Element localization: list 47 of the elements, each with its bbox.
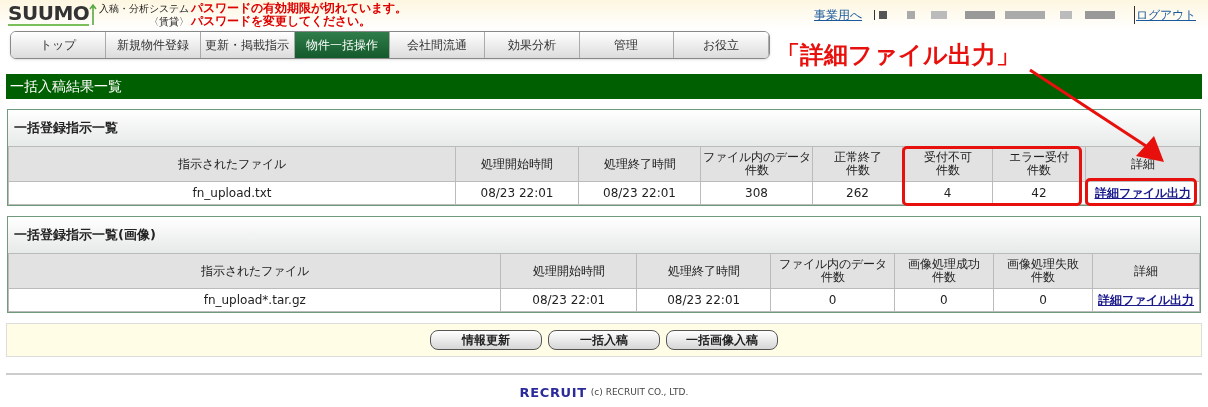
table-cell: 08/23 22:01	[636, 288, 771, 312]
table-cell: 0	[770, 288, 895, 312]
nav-tab[interactable]: 更新・掲載指示	[200, 32, 296, 58]
nav-tab[interactable]: 会社間流通	[390, 32, 485, 58]
column-header: ファイル内のデータ件数	[701, 151, 812, 177]
column-header: エラー受付件数	[1008, 151, 1070, 177]
nav-tab[interactable]: 管理	[579, 32, 675, 58]
action-button[interactable]: 一括画像入稿	[666, 330, 778, 350]
nav-tab[interactable]: 効果分析	[484, 32, 580, 58]
table-cell: 08/23 22:01	[501, 288, 637, 312]
nav-tab[interactable]: 新規物件登録	[105, 32, 201, 58]
table-cell: 308	[700, 181, 813, 205]
column-header: 画像処理失敗件数	[1006, 258, 1081, 284]
table-cell: fn_upload*.tar.gz	[8, 288, 501, 312]
logout-link[interactable]: ログアウト	[1134, 6, 1196, 24]
column-header: 処理終了時間	[603, 157, 676, 171]
column-header: 処理終了時間	[667, 264, 740, 278]
table-cell: 08/23 22:01	[455, 181, 579, 205]
password-alert-text: パスワードの有効期限が切れています。	[191, 2, 408, 15]
system-subtitle: 〈賃貸〉	[149, 15, 190, 28]
table-cell: fn_upload.txt	[8, 181, 456, 205]
footer-logo: RECRUIT	[519, 384, 587, 402]
column-header: ファイル内のデータ件数	[777, 258, 888, 284]
table-cell: 0	[894, 288, 994, 312]
logo: SUUMO	[8, 2, 90, 26]
password-alert-text: パスワードを変更してください。	[191, 15, 372, 28]
column-header: 画像処理成功件数	[906, 258, 981, 284]
page-title: 一括入稿結果一覧	[6, 74, 1202, 99]
column-header: 処理開始時間	[481, 157, 553, 171]
column-header: 指示されたファイル	[178, 157, 286, 171]
column-header: 指示されたファイル	[200, 264, 309, 278]
nav-tab[interactable]: お役立	[674, 32, 769, 58]
action-button[interactable]: 一括入稿	[548, 330, 660, 350]
column-header: 受付不可件数	[922, 151, 973, 177]
column-header: 正常終了件数	[832, 151, 883, 177]
copyright-text: (c) RECRUIT CO., LTD.	[590, 386, 689, 399]
column-header: 詳細	[1134, 264, 1159, 278]
nav-tab[interactable]: 物件一括操作	[295, 32, 390, 58]
nav-tab[interactable]: トップ	[11, 32, 106, 58]
table-cell: 0	[993, 288, 1093, 312]
action-button[interactable]: 情報更新	[430, 330, 542, 350]
business-link[interactable]: 事業用へ	[814, 6, 862, 24]
column-header: 詳細	[1130, 157, 1155, 171]
column-header: 処理開始時間	[532, 264, 605, 278]
table-cell: 08/23 22:01	[578, 181, 701, 205]
system-name: 入稿・分析システム	[99, 2, 190, 15]
arrow-up-icon	[89, 3, 98, 25]
